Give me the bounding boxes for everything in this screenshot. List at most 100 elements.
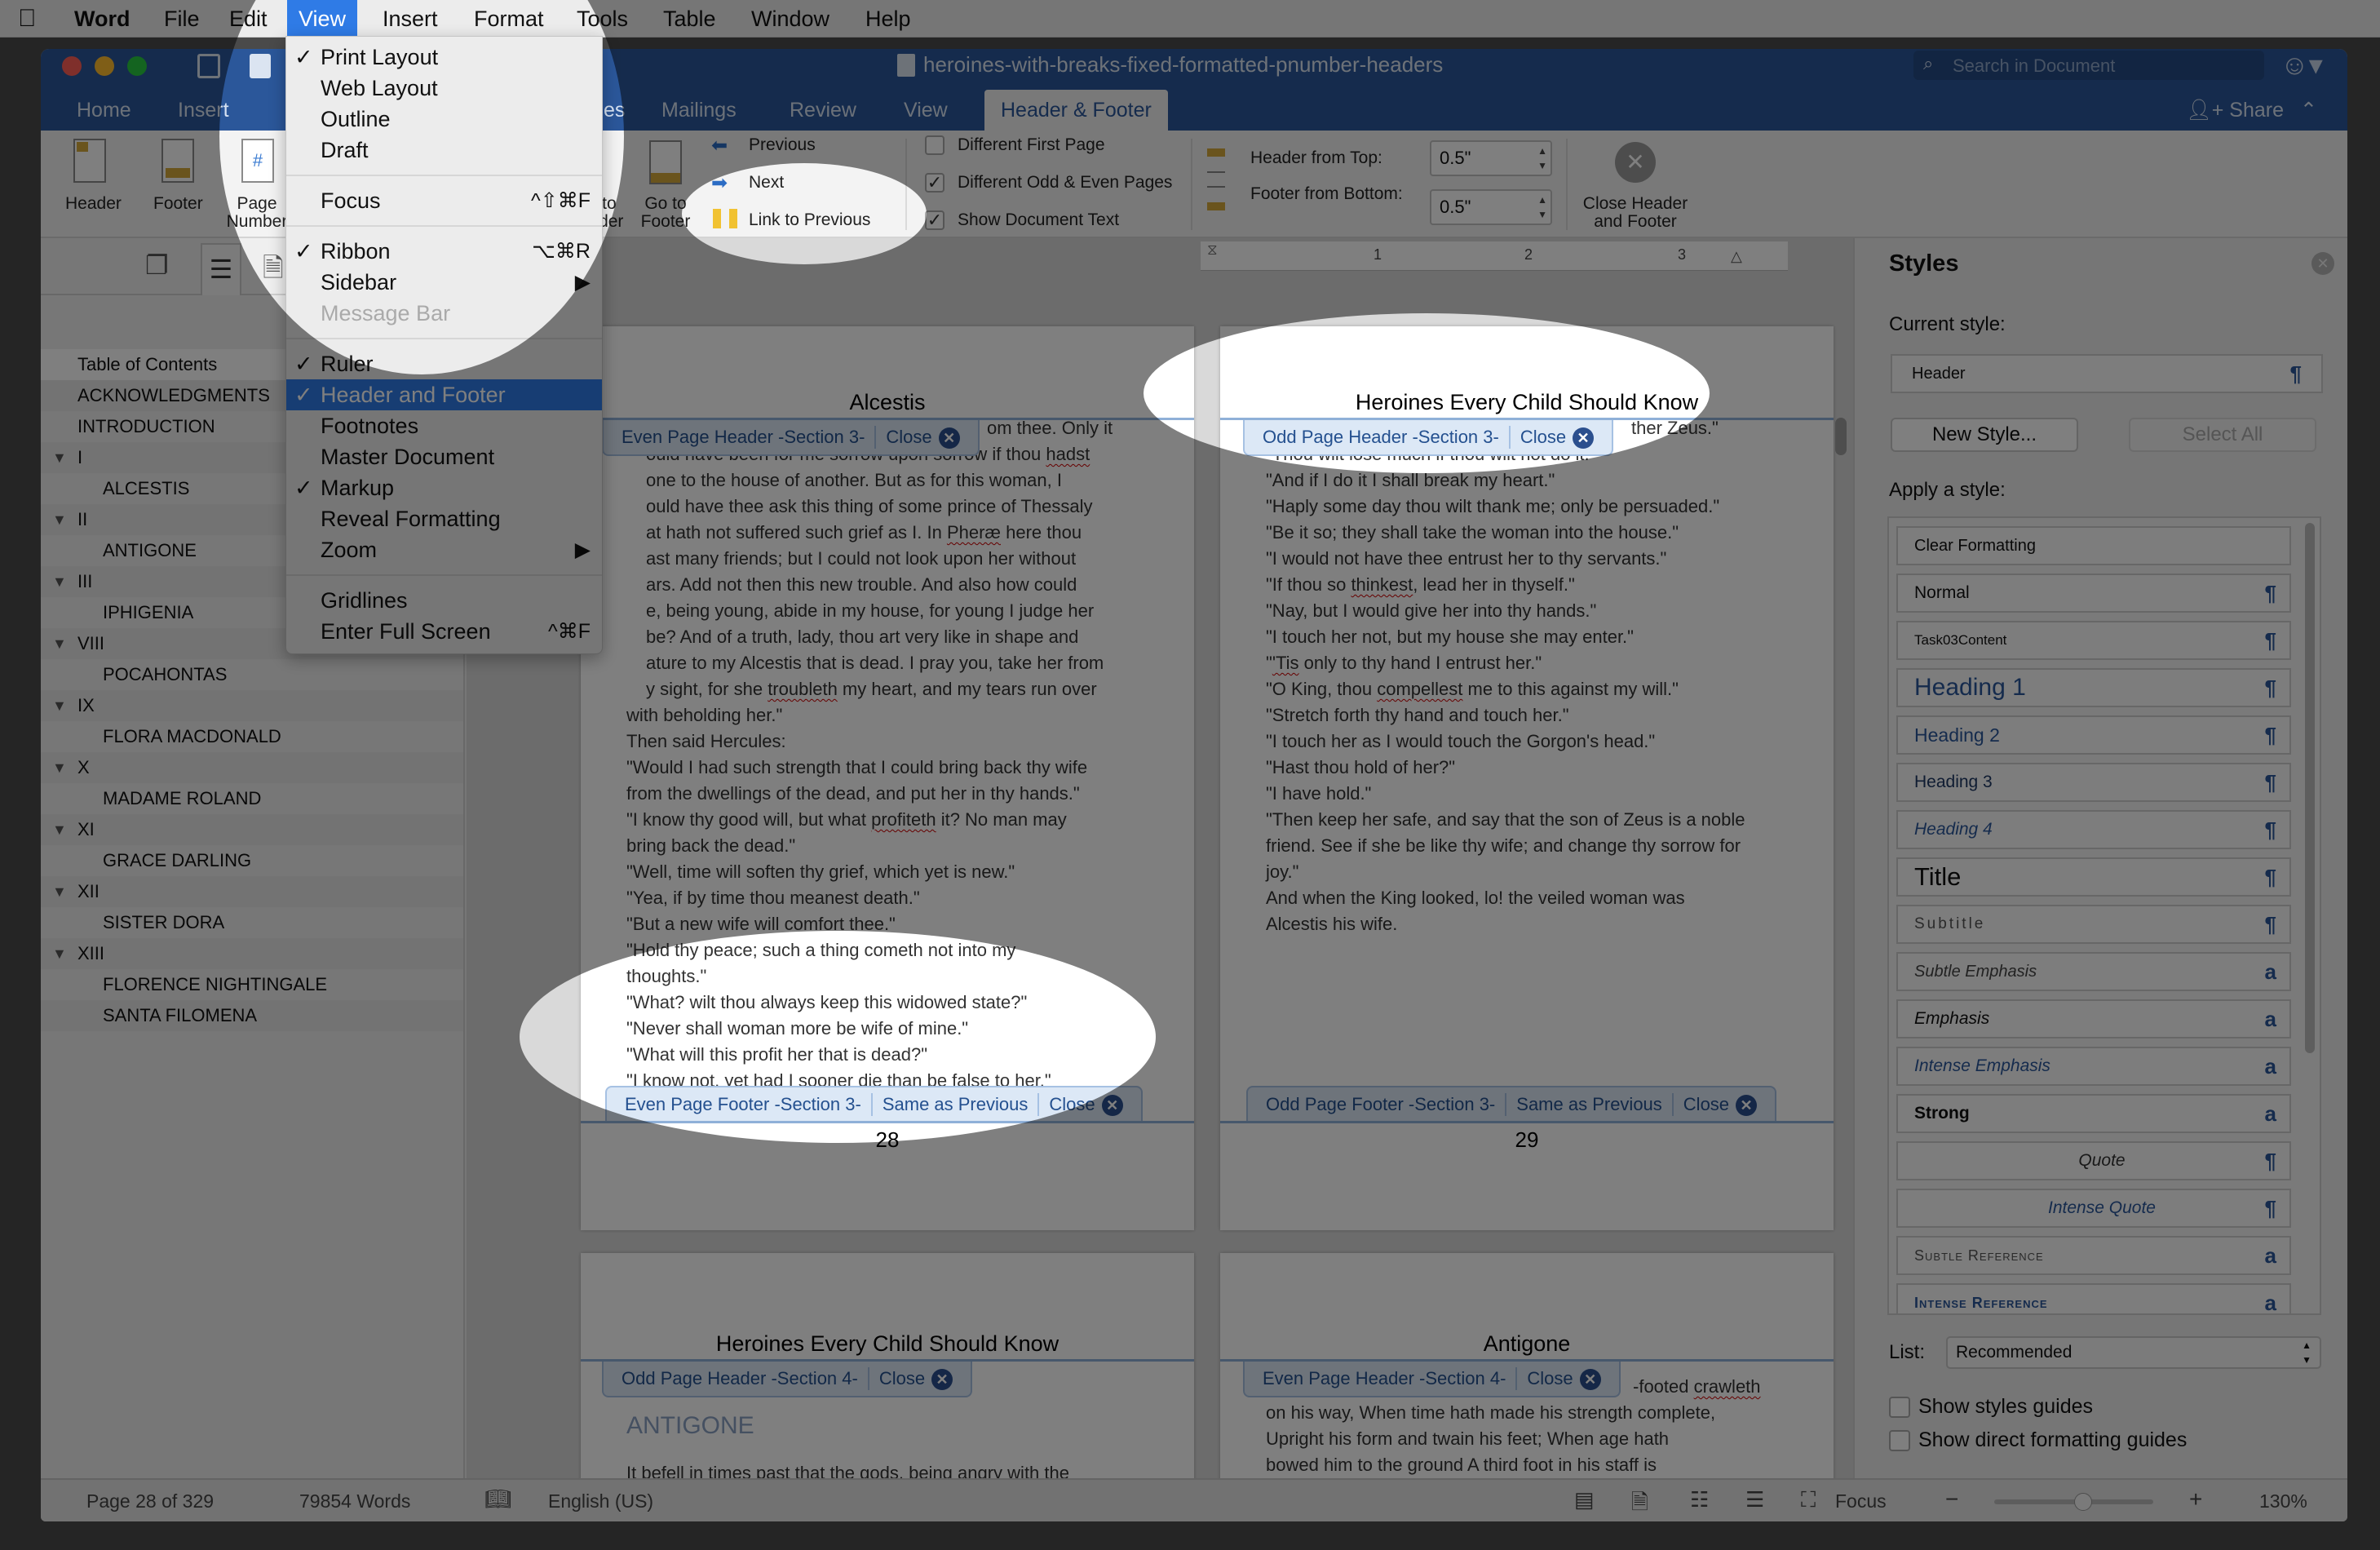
language[interactable]: English (US): [548, 1490, 653, 1512]
menu-app-word[interactable]: Word: [74, 0, 131, 38]
toc-item[interactable]: SANTA FILOMENA: [41, 1000, 463, 1031]
tab-references[interactable]: es: [604, 90, 625, 131]
menu-help[interactable]: Help: [865, 0, 911, 38]
show-document-text-checkbox[interactable]: ✓: [925, 210, 944, 230]
page[interactable]: Alcestisom thee. Only itould have been f…: [581, 326, 1194, 1230]
body-text-line[interactable]: "Stretch forth thy hand and touch her.": [1266, 702, 1569, 728]
body-text-line[interactable]: bring back the dead.": [626, 833, 795, 859]
footer-from-bottom-stepper[interactable]: 0.5" ▲ ▼: [1430, 189, 1552, 225]
tab-view[interactable]: View: [904, 90, 948, 131]
body-text-line[interactable]: ther Zeus.": [1631, 415, 1719, 441]
spelling-error-mark[interactable]: compellest: [1377, 679, 1462, 699]
disclosure-triangle-icon[interactable]: ▼: [52, 814, 67, 845]
menu-insert[interactable]: Insert: [383, 0, 438, 38]
body-text-line[interactable]: "What? wilt thou always keep this widowe…: [626, 990, 1027, 1016]
zoom-window-button[interactable]: [127, 56, 147, 76]
body-text-line[interactable]: ast many friends; but I could not look u…: [646, 546, 1076, 572]
menu-item-outline[interactable]: Outline: [286, 104, 602, 135]
draft-view-icon[interactable]: ☰: [1745, 1487, 1764, 1512]
body-text-line[interactable]: "Never shall woman more be wife of mine.…: [626, 1016, 968, 1042]
body-text-line[interactable]: bowed him to the ground A third foot in …: [1266, 1452, 1657, 1478]
style-item-intense-reference[interactable]: Intense Reference a: [1896, 1283, 2291, 1313]
body-text-line[interactable]: -footed crawleth: [1633, 1374, 1761, 1400]
body-text-line[interactable]: "Would I had such strength that I could …: [626, 755, 1087, 781]
body-text-line[interactable]: ars. Add not then this new trouble. And …: [646, 572, 1077, 598]
toc-item[interactable]: ▼ XII: [41, 876, 463, 907]
body-text-line[interactable]: It befell in times past that the gods, b…: [626, 1460, 1069, 1478]
style-item-subtle-reference[interactable]: Subtle Reference a: [1896, 1236, 2291, 1275]
page-count[interactable]: Page 28 of 329: [86, 1490, 214, 1512]
new-style-button[interactable]: New Style...: [1891, 418, 2078, 452]
show-direct-formatting-guides-checkbox[interactable]: [1889, 1430, 1910, 1451]
disclosure-triangle-icon[interactable]: ▼: [52, 752, 67, 783]
spelling-error-mark[interactable]: troubleth: [768, 679, 838, 699]
menu-view[interactable]: View: [287, 0, 358, 38]
body-text-line[interactable]: e, being young, abide in my house, for y…: [646, 598, 1094, 624]
disclosure-triangle-icon[interactable]: ▼: [52, 876, 67, 907]
minimize-window-button[interactable]: [95, 56, 114, 76]
tab-header-footer[interactable]: Header & Footer: [984, 90, 1168, 131]
different-first-page-checkbox[interactable]: [925, 135, 944, 155]
body-text-line[interactable]: "Hold thy peace; such a thing cometh not…: [626, 937, 1015, 963]
menu-item-header-and-footer[interactable]: ✓ Header and Footer: [286, 379, 602, 410]
menu-item-ribbon[interactable]: ✓ Ribbon ⌥⌘R: [286, 236, 602, 267]
tab-mailings[interactable]: Mailings: [661, 90, 737, 131]
spelling-error-mark[interactable]: Pheræ: [947, 522, 1001, 542]
body-text-line[interactable]: one to the house of another. But as for …: [646, 467, 1062, 494]
close-pane-icon[interactable]: ✕: [2311, 252, 2334, 275]
style-item-intense-quote[interactable]: Intense Quote ¶: [1896, 1189, 2291, 1228]
footer-close-button[interactable]: Close ✕: [1674, 1094, 1767, 1116]
smiley-feedback-icon[interactable]: ☺▾: [2280, 49, 2323, 82]
body-text-line[interactable]: Alcestis his wife.: [1266, 911, 1397, 937]
spelling-error-mark[interactable]: profiteth: [871, 809, 936, 830]
style-item-intense-emphasis[interactable]: Intense Emphasis a: [1896, 1047, 2291, 1086]
menu-item-master-document[interactable]: Master Document: [286, 441, 602, 472]
body-text-line[interactable]: Upright his form and twain his feet; Whe…: [1266, 1426, 1669, 1452]
zoom-in-button[interactable]: +: [2189, 1486, 2202, 1512]
style-list-scrollbar[interactable]: [2305, 523, 2315, 1053]
spelling-error-mark[interactable]: crawleth: [1694, 1376, 1761, 1397]
zoom-out-button[interactable]: −: [1945, 1486, 1958, 1512]
apple-icon[interactable]: : [18, 0, 37, 38]
print-layout-view-icon[interactable]: ▤: [1574, 1487, 1595, 1512]
body-text-line[interactable]: "O King, thou compellest me to this agai…: [1266, 676, 1679, 702]
outline-view-icon[interactable]: ☷: [1690, 1487, 1709, 1512]
menu-item-zoom[interactable]: Zoom ▶: [286, 534, 602, 565]
body-text-line[interactable]: "I touch her not, but my house she may e…: [1266, 624, 1634, 650]
style-item-title[interactable]: Title ¶: [1896, 857, 2291, 897]
menu-item-markup[interactable]: ✓ Markup: [286, 472, 602, 503]
body-text-line[interactable]: "I would not have thee entrust her to th…: [1266, 546, 1666, 572]
focus-button[interactable]: Focus: [1835, 1490, 1887, 1512]
disclosure-triangle-icon[interactable]: ▼: [52, 442, 67, 473]
focus-icon[interactable]: ⛶: [1801, 1487, 1816, 1513]
toc-item[interactable]: GRACE DARLING: [41, 845, 463, 876]
body-text-line[interactable]: y sight, for she troubleth my heart, and…: [646, 676, 1097, 702]
proofing-icon[interactable]: 📖︎: [484, 1486, 511, 1512]
collapse-ribbon-icon[interactable]: ⌃: [2300, 90, 2317, 131]
body-text-line[interactable]: joy.": [1266, 859, 1298, 885]
body-text-line[interactable]: thoughts.": [626, 963, 706, 990]
stepper-arrows-icon[interactable]: ▲ ▼: [1537, 144, 1547, 173]
toc-item[interactable]: SISTER DORA: [41, 907, 463, 938]
toc-item[interactable]: FLORENCE NIGHTINGALE: [41, 969, 463, 1000]
body-text-line[interactable]: from the dwellings of the dead, and put …: [626, 781, 1080, 807]
body-text-line[interactable]: om thee. Only it: [987, 415, 1113, 441]
menu-table[interactable]: Table: [663, 0, 716, 38]
disclosure-triangle-icon[interactable]: ▼: [52, 628, 67, 659]
toc-item[interactable]: ▼ XIII: [41, 938, 463, 969]
body-text-line[interactable]: with beholding her.": [626, 702, 782, 728]
header-close-button[interactable]: Close ✕: [876, 427, 969, 449]
menu-item-reveal-formatting[interactable]: Reveal Formatting: [286, 503, 602, 534]
body-text-line[interactable]: "Hast thou hold of her?": [1266, 755, 1455, 781]
save-icon[interactable]: [250, 54, 271, 78]
body-text-line[interactable]: "'Tis only to thy hand I entrust her.": [1266, 650, 1542, 676]
style-item-strong[interactable]: Strong a: [1896, 1094, 2291, 1133]
body-text-line[interactable]: be? And of a truth, lady, thou art very …: [646, 624, 1078, 650]
body-text-line[interactable]: "But a new wife will comfort thee.": [626, 911, 896, 937]
style-list[interactable]: Clear Formatting Normal ¶ Task03Content ¶ Hea…: [1887, 516, 2321, 1315]
body-text-line[interactable]: at hath not suffered such grief as I. In…: [646, 520, 1082, 546]
style-item-task03content[interactable]: Task03Content ¶: [1896, 621, 2291, 660]
word-count[interactable]: 79854 Words: [299, 1490, 410, 1512]
menu-window[interactable]: Window: [751, 0, 829, 38]
menu-format[interactable]: Format: [474, 0, 544, 38]
